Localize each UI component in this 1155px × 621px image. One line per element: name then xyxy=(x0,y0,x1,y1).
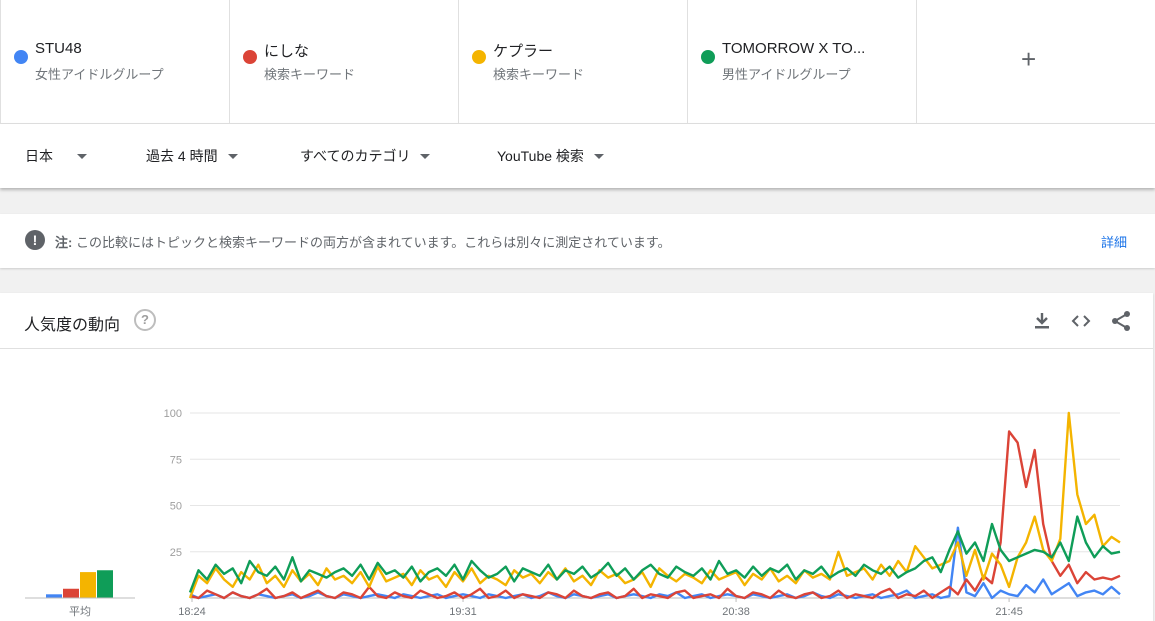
search-type-filter[interactable]: YouTube 検索 xyxy=(497,146,604,166)
compare-term-2[interactable]: にしな検索キーワード xyxy=(229,0,459,124)
series-line-1 xyxy=(189,526,1121,600)
term-type: 女性アイドルグループ xyxy=(35,67,164,82)
series-color-dot xyxy=(14,50,28,64)
category-filter-label: すべてのカテゴリ xyxy=(300,148,411,164)
notice-prefix: 注: xyxy=(55,235,73,250)
average-label: 平均 xyxy=(69,605,91,618)
x-tick-label: 21:45 xyxy=(995,606,1023,618)
region-filter[interactable]: 日本 xyxy=(25,146,87,166)
comparison-notice: ! 注: この比較にはトピックと検索キーワードの両方が含まれています。これらは別… xyxy=(0,214,1155,268)
term-type: 男性アイドルグループ xyxy=(722,67,851,82)
x-tick-label: 18:24 xyxy=(178,606,206,618)
search-type-filter-label: YouTube 検索 xyxy=(497,148,584,164)
category-filter[interactable]: すべてのカテゴリ xyxy=(300,146,431,166)
compare-terms-bar: STU48 女性アイドルグループ にしな 検索キーワード ケプラー 検索キーワード TOMO… xyxy=(0,0,1155,124)
interest-over-time-card: 人気度の動向 ? 100 75 50 25 18:24 19:31 20:38 21:45 平均 xyxy=(0,293,1153,621)
series-color-dot xyxy=(701,50,715,64)
caret-down-icon xyxy=(227,153,238,159)
caret-down-icon xyxy=(593,153,604,159)
series-color-dot xyxy=(243,50,257,64)
notice-message: この比較にはトピックと検索キーワードの両方が含まれています。これらは別々に測定さ… xyxy=(72,235,671,250)
caret-down-icon xyxy=(77,153,87,159)
x-tick-label: 20:38 xyxy=(722,606,750,618)
term-name: TOMORROW X TO... xyxy=(722,40,866,57)
compare-term-1[interactable]: STU48 女性アイドルグループ xyxy=(0,0,230,124)
term-name: STU48 xyxy=(35,40,82,57)
term-type: 検索キーワード xyxy=(493,67,585,82)
y-tick-label: 75 xyxy=(170,454,182,466)
time-filter-label: 過去 4 時間 xyxy=(146,148,218,164)
series-color-dot xyxy=(472,50,486,64)
y-tick-label: 100 xyxy=(164,408,182,420)
average-bar-3 xyxy=(80,572,96,598)
caret-down-icon xyxy=(420,153,431,159)
notice-details-link[interactable]: 詳細 xyxy=(1101,232,1127,251)
compare-term-4[interactable]: TOMORROW X TO... 男性アイドルグループ xyxy=(687,0,917,124)
time-filter[interactable]: 過去 4 時間 xyxy=(146,146,238,166)
y-tick-label: 25 xyxy=(170,547,182,559)
term-name: にしな xyxy=(264,43,310,60)
info-icon: ! xyxy=(25,230,45,250)
y-tick-label: 50 xyxy=(170,501,182,513)
x-tick-label: 19:31 xyxy=(449,606,477,618)
notice-text: 注: この比較にはトピックと検索キーワードの両方が含まれています。これらは別々に… xyxy=(55,232,671,251)
average-bar-1 xyxy=(46,594,62,598)
add-term-button[interactable]: + xyxy=(917,0,1155,124)
filter-bar: 日本 過去 4 時間 すべてのカテゴリ YouTube 検索 xyxy=(0,124,1155,188)
average-bar-4 xyxy=(97,570,113,598)
trend-chart: 100 75 50 25 18:24 19:31 20:38 21:45 平均 xyxy=(25,408,1121,618)
region-filter-label: 日本 xyxy=(25,148,53,164)
compare-term-3[interactable]: ケプラー検索キーワード xyxy=(458,0,688,124)
term-name: ケプラー xyxy=(493,43,554,60)
average-bar-2 xyxy=(63,588,79,598)
plus-icon: + xyxy=(1021,44,1037,74)
term-type: 検索キーワード xyxy=(264,67,356,82)
